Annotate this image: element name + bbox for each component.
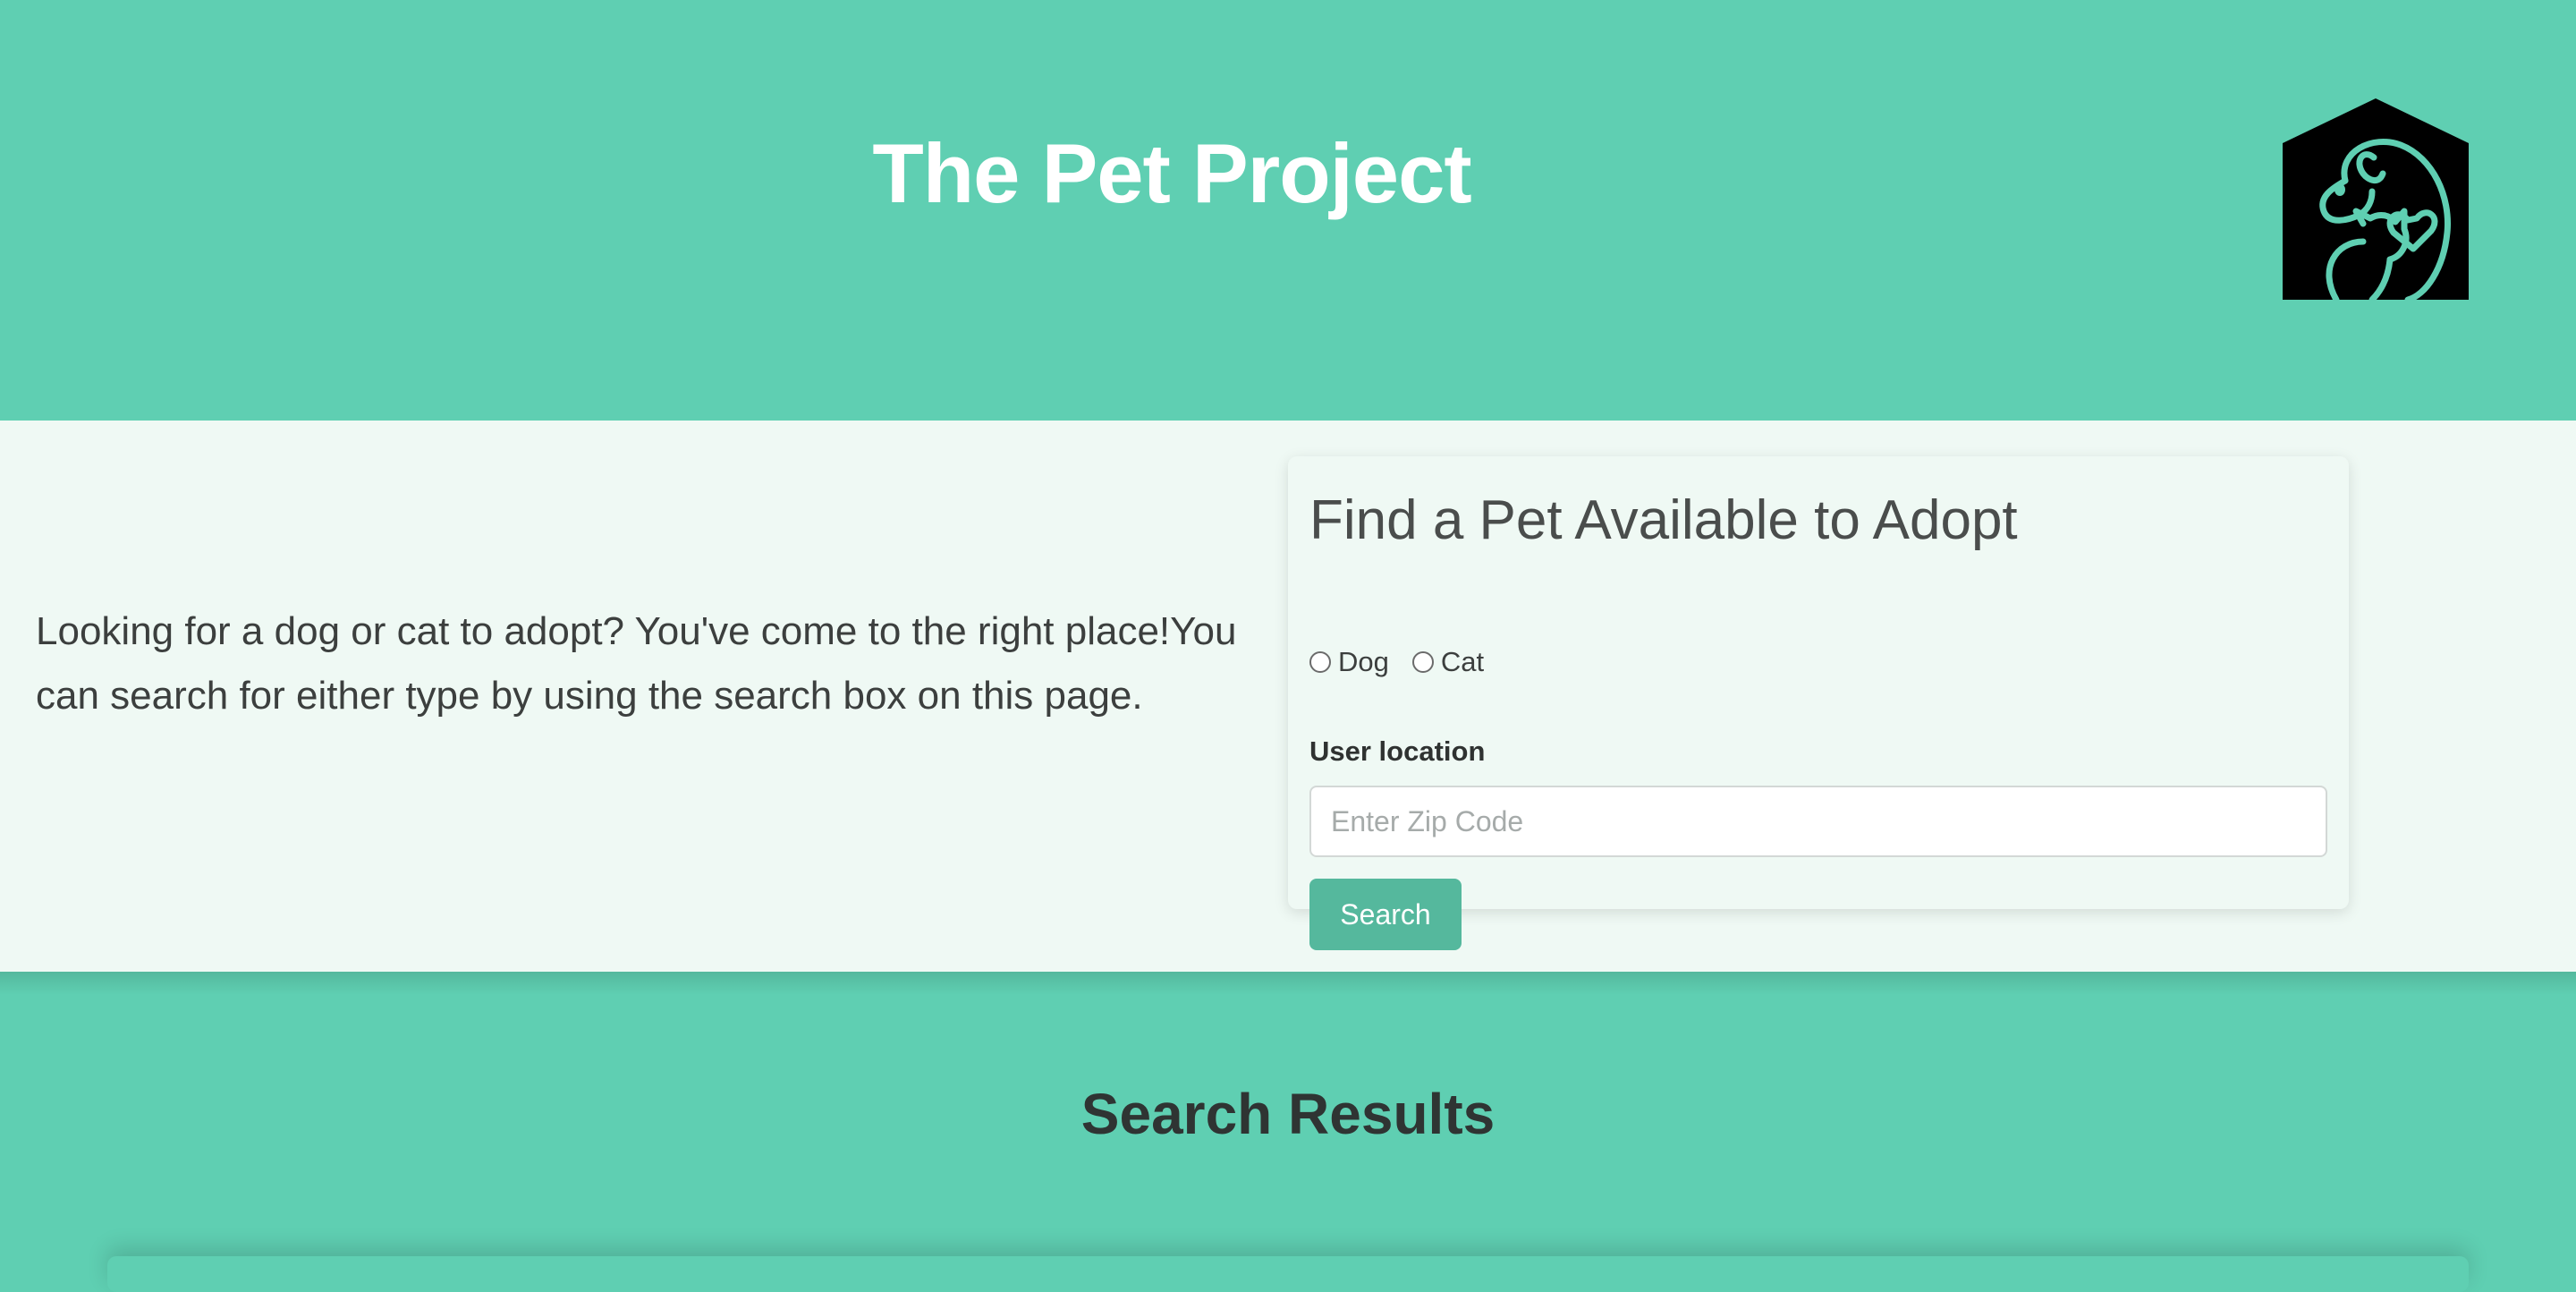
search-results-section: Search Results [0, 972, 2576, 1292]
site-header: The Pet Project [0, 0, 2576, 421]
user-location-label: User location [1309, 735, 1486, 767]
zip-code-input[interactable] [1309, 786, 2327, 857]
cat-radio-label[interactable]: Cat [1441, 646, 1484, 678]
dog-radio[interactable] [1309, 651, 1331, 673]
intro-text: Looking for a dog or cat to adopt? You'v… [36, 609, 1237, 718]
pet-house-logo-icon[interactable] [2283, 98, 2469, 303]
intro-section: Looking for a dog or cat to adopt? You'v… [0, 421, 2576, 972]
results-panel [107, 1256, 2469, 1292]
section-divider [0, 972, 2576, 995]
search-button[interactable]: Search [1309, 879, 1462, 950]
cat-radio[interactable] [1411, 651, 1434, 673]
dog-radio-label[interactable]: Dog [1338, 646, 1389, 678]
pet-type-radio-group: Dog Cat [1309, 646, 1507, 678]
search-results-title: Search Results [1080, 1082, 1496, 1146]
search-card-title: Find a Pet Available to Adopt [1309, 489, 2018, 551]
search-card: Find a Pet Available to Adopt Dog Cat Us… [1288, 456, 2349, 950]
site-title: The Pet Project [872, 126, 1471, 220]
